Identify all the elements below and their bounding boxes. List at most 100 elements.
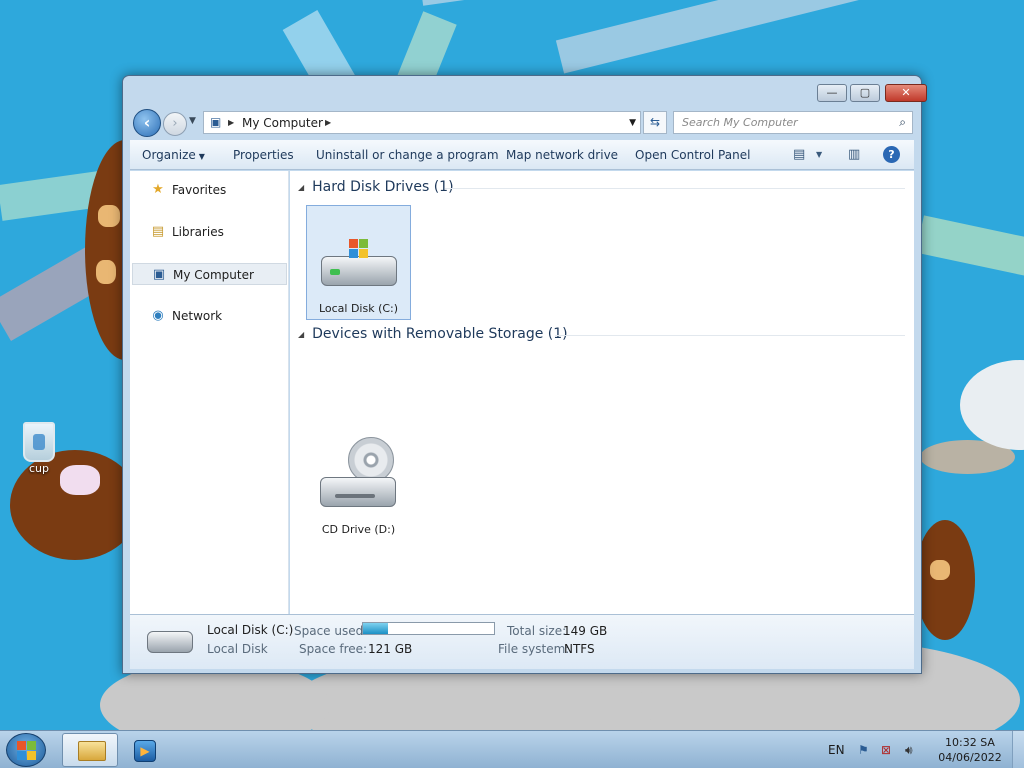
- drive-item-cd-drive-d[interactable]: CD Drive (D:): [306, 431, 411, 546]
- search-box[interactable]: Search My Computer ⌕: [673, 111, 913, 134]
- turtle-spot: [98, 205, 120, 227]
- address-row: ‹ › ▼ ▣ ▶ My Computer ▶ ▼ ⇆ Search My Co…: [133, 109, 913, 137]
- light-ray: [916, 215, 1024, 295]
- open-control-panel-button[interactable]: Open Control Panel: [635, 148, 750, 162]
- navigation-pane: ★ Favorites ▤ Libraries ▣ My Computer ◉ …: [130, 171, 289, 614]
- hard-drive-icon: [147, 631, 193, 653]
- space-used-bar: [362, 622, 495, 635]
- windows-logo-icon: [349, 239, 369, 259]
- address-dropdown-icon[interactable]: ▼: [629, 118, 636, 128]
- turtle-spot: [96, 260, 116, 284]
- details-drive-name: Local Disk (C:): [207, 623, 294, 637]
- total-size-value: 149 GB: [563, 624, 608, 638]
- maximize-button[interactable]: ▢: [850, 84, 880, 102]
- computer-icon: ▣: [152, 267, 166, 282]
- turtle-eye: [60, 465, 100, 495]
- folder-icon: [78, 741, 106, 761]
- drive-led: [330, 269, 340, 275]
- explorer-window[interactable]: — ▢ ✕ ‹ › ▼ ▣ ▶ My Computer ▶ ▼ ⇆ Search…: [122, 75, 927, 674]
- breadcrumb-arrow-icon[interactable]: ▶: [228, 118, 234, 127]
- clock[interactable]: 10:32 SA 04/06/2022: [930, 735, 1010, 765]
- nav-item-libraries[interactable]: ▤ Libraries: [132, 221, 287, 243]
- show-desktop-button[interactable]: [1012, 731, 1024, 768]
- nav-item-my-computer[interactable]: ▣ My Computer: [132, 263, 287, 285]
- command-bar: Organize ▼ Properties Uninstall or change…: [130, 140, 914, 170]
- view-options-icon[interactable]: ▤: [793, 147, 805, 162]
- desktop-icon-cup[interactable]: cup: [14, 422, 64, 475]
- organize-menu[interactable]: Organize ▼: [142, 148, 205, 162]
- preview-pane-icon[interactable]: ▥: [848, 147, 860, 162]
- nav-item-label: Libraries: [172, 225, 224, 239]
- network-status-icon[interactable]: ⊠: [881, 743, 891, 757]
- network-icon: ◉: [152, 308, 164, 323]
- map-network-drive-button[interactable]: Map network drive: [506, 148, 618, 162]
- nav-item-network[interactable]: ◉ Network: [132, 305, 287, 327]
- minimize-icon: —: [826, 86, 838, 99]
- light-ray: [555, 0, 992, 74]
- drive-label: CD Drive (D:): [321, 523, 396, 536]
- breadcrumb-my-computer[interactable]: My Computer: [242, 116, 323, 130]
- action-center-icon[interactable]: ⚑: [858, 743, 869, 757]
- close-button[interactable]: ✕: [885, 84, 927, 102]
- organize-label: Organize: [142, 148, 196, 162]
- group-divider: [555, 335, 905, 336]
- space-used-bar-fill: [363, 623, 388, 634]
- turtle-spot: [930, 560, 950, 580]
- details-pane: Local Disk (C:) Local Disk Space used: S…: [130, 614, 914, 669]
- star-icon: ★: [152, 182, 164, 197]
- total-size-label: Total size:: [507, 624, 567, 638]
- search-input[interactable]: Search My Computer: [682, 116, 798, 129]
- uninstall-program-button[interactable]: Uninstall or change a program: [316, 148, 499, 162]
- media-player-icon: ▶: [134, 740, 156, 762]
- help-icon[interactable]: ?: [883, 146, 900, 163]
- clock-time: 10:32 SA: [945, 736, 995, 749]
- file-system-label: File system:: [498, 642, 570, 656]
- drive-slot: [335, 494, 375, 498]
- start-button[interactable]: [6, 733, 46, 767]
- close-icon: ✕: [901, 86, 911, 99]
- turtle-tail-art: [915, 520, 975, 640]
- collapse-icon[interactable]: ◢: [298, 183, 304, 192]
- content-pane[interactable]: ◢ Hard Disk Drives (1) Local Disk (C:) ◢ D…: [290, 171, 914, 614]
- computer-icon: ▣: [210, 115, 222, 129]
- nav-item-favorites[interactable]: ★ Favorites: [132, 179, 287, 201]
- chevron-down-icon: ▼: [198, 152, 205, 161]
- details-drive-type: Local Disk: [207, 642, 268, 656]
- refresh-button[interactable]: ⇆: [643, 111, 667, 134]
- language-indicator[interactable]: EN: [828, 743, 845, 757]
- desktop-icon-label: cup: [28, 462, 49, 475]
- libraries-icon: ▤: [151, 224, 165, 239]
- file-system-value: NTFS: [564, 642, 595, 656]
- cloud: [960, 360, 1024, 450]
- chevron-down-icon[interactable]: ▼: [816, 150, 822, 159]
- collapse-icon[interactable]: ◢: [298, 330, 304, 339]
- group-title: Hard Disk Drives (1): [312, 179, 454, 195]
- back-button[interactable]: ‹: [133, 109, 161, 137]
- volume-icon[interactable]: 🔊︎: [905, 743, 913, 758]
- drive-item-local-disk-c[interactable]: Local Disk (C:): [306, 205, 411, 320]
- group-header-hard-disk-drives[interactable]: ◢ Hard Disk Drives (1): [298, 179, 454, 195]
- group-divider: [445, 188, 905, 189]
- nav-item-label: Favorites: [172, 183, 227, 197]
- properties-button[interactable]: Properties: [233, 148, 294, 162]
- space-free-value: 121 GB: [368, 642, 413, 656]
- taskbar-media-player-button[interactable]: ▶: [124, 733, 180, 767]
- address-bar[interactable]: ▣ ▶ My Computer ▶ ▼: [203, 111, 641, 134]
- nav-item-label: Network: [172, 309, 223, 323]
- drive-label: Local Disk (C:): [318, 302, 399, 315]
- breadcrumb-arrow-icon[interactable]: ▶: [325, 118, 331, 127]
- cd-drive-icon: [320, 477, 396, 507]
- space-free-label: Space free:: [299, 642, 368, 656]
- taskbar-explorer-button[interactable]: [62, 733, 118, 767]
- group-header-removable-storage[interactable]: ◢ Devices with Removable Storage (1): [298, 326, 568, 342]
- windows-logo-icon: [17, 741, 37, 761]
- group-title: Devices with Removable Storage (1): [312, 326, 568, 342]
- maximize-icon: ▢: [859, 86, 871, 99]
- minimize-button[interactable]: —: [817, 84, 847, 102]
- search-icon[interactable]: ⌕: [899, 115, 906, 130]
- recent-pages-dropdown-icon[interactable]: ▼: [189, 116, 196, 126]
- forward-button[interactable]: ›: [163, 112, 187, 136]
- nav-item-label: My Computer: [173, 268, 254, 282]
- space-used-label: Space used:: [294, 624, 368, 638]
- hard-drive-icon: [321, 256, 397, 286]
